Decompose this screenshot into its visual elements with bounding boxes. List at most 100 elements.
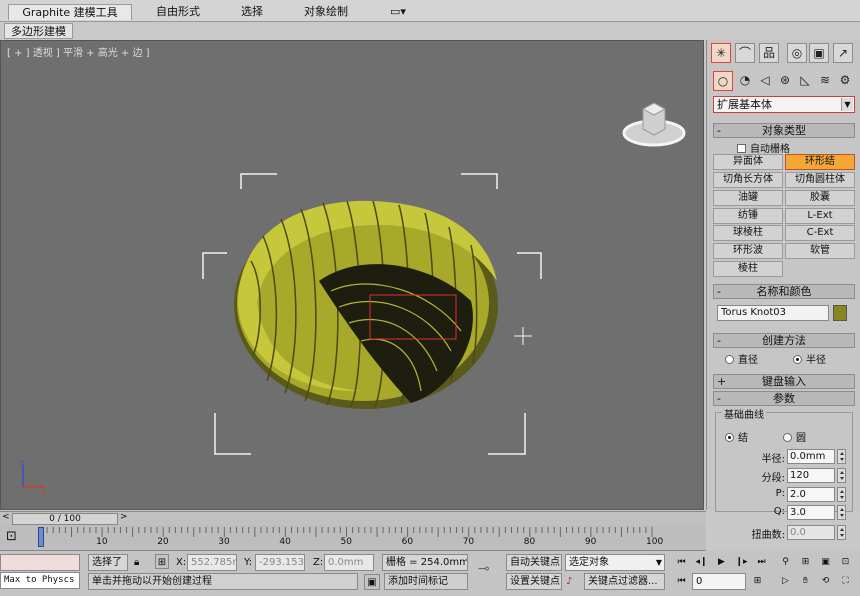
maxscript-mini-listener[interactable]: Max to Physcs (	[0, 572, 80, 589]
orbit-icon[interactable]: ⟲	[818, 574, 833, 589]
segments-field[interactable]: 120	[787, 468, 835, 483]
tab-freeform[interactable]: 自由形式	[150, 4, 206, 20]
hedra-button[interactable]: 异面体	[713, 154, 783, 170]
auto-key-button[interactable]: 自动关键点	[506, 554, 562, 571]
key-mode-icon[interactable]: ⏮	[674, 574, 689, 589]
time-marker[interactable]	[38, 527, 44, 547]
chevron-down-icon[interactable]: ▼	[841, 98, 853, 111]
q-field[interactable]: 3.0	[787, 505, 835, 520]
c-ext-button[interactable]: C-Ext	[785, 225, 855, 241]
play-icon[interactable]: ▶	[714, 555, 729, 570]
time-config-icon[interactable]: ⊞	[750, 574, 765, 589]
spinner-arrows-icon[interactable]	[837, 487, 846, 502]
oil-tank-button[interactable]: 油罐	[713, 190, 783, 206]
hierarchy-tab-icon[interactable]: 品	[759, 43, 779, 63]
warp-count-field[interactable]: 0.0	[787, 525, 835, 540]
chamfer-cylinder-button[interactable]: 切角圆柱体	[785, 172, 855, 188]
spinner-arrows-icon[interactable]	[837, 468, 846, 483]
time-slider-prev-icon[interactable]: <	[2, 512, 10, 522]
hose-button[interactable]: 软管	[785, 243, 855, 259]
zoom-extents-icon[interactable]: ▣	[818, 555, 833, 570]
spinner-arrows-icon[interactable]	[837, 525, 846, 540]
category-dropdown[interactable]: 扩展基本体 ▼	[713, 96, 855, 113]
time-tag-icon[interactable]: ▣	[364, 574, 380, 590]
object-color-swatch[interactable]	[833, 305, 847, 321]
radio-button[interactable]	[793, 355, 802, 364]
chevron-down-icon[interactable]: ▼	[656, 555, 662, 570]
torus-knot-button[interactable]: 环形结	[785, 154, 855, 170]
checkbox-box[interactable]	[737, 144, 746, 153]
x-coordinate-field[interactable]: 552.785mm	[187, 554, 237, 571]
ringwave-button[interactable]: 环形波	[713, 243, 783, 259]
name-color-rollout[interactable]: - 名称和颜色	[713, 284, 855, 299]
capsule-button[interactable]: 胶囊	[785, 190, 855, 206]
geometry-icon[interactable]: ○	[713, 71, 733, 91]
z-coordinate-field[interactable]: 0.0mm	[324, 554, 374, 571]
time-slider[interactable]: < 0 / 100 >	[0, 511, 706, 525]
create-tab-icon[interactable]: ✳	[711, 43, 731, 63]
maxscript-listener[interactable]	[0, 554, 80, 571]
selection-set-dropdown[interactable]: 选定对象 ▼	[565, 554, 665, 571]
p-field[interactable]: 2.0	[787, 487, 835, 502]
systems-icon[interactable]: ⚙	[835, 71, 855, 91]
current-frame-field[interactable]: 0	[692, 573, 746, 590]
go-to-start-icon[interactable]: ⏮	[674, 555, 689, 570]
maximize-viewport-icon[interactable]: ⛶	[838, 574, 853, 589]
time-slider-next-icon[interactable]: >	[120, 512, 128, 522]
zoom-all-icon[interactable]: ⊞	[798, 555, 813, 570]
helpers-icon[interactable]: ◺	[795, 71, 815, 91]
radio-button[interactable]	[725, 433, 734, 442]
y-coordinate-field[interactable]: -293.153m	[255, 554, 305, 571]
radio-button[interactable]	[783, 433, 792, 442]
creation-method-rollout[interactable]: - 创建方法	[713, 333, 855, 348]
knot-radio[interactable]: 结	[725, 429, 748, 444]
lights-icon[interactable]: ◁	[755, 71, 775, 91]
track-bar[interactable]: ⊡ 10 20 30 40 50 60 70 80 90 100	[0, 525, 706, 551]
parameters-rollout[interactable]: - 参数	[713, 391, 855, 406]
prism-button[interactable]: 棱柱	[713, 261, 783, 277]
field-of-view-icon[interactable]: ▷	[778, 574, 793, 589]
key-icon[interactable]: ⊸	[478, 562, 490, 577]
set-key-button[interactable]: 设置关键点	[506, 573, 562, 590]
modify-tab-icon[interactable]: ⌒	[735, 43, 755, 63]
absolute-mode-icon[interactable]: ⊞	[155, 554, 169, 569]
display-tab-icon[interactable]: ▣	[809, 43, 829, 63]
add-time-tag-button[interactable]: 添加时间标记	[384, 573, 468, 590]
tab-graphite-modeling[interactable]: Graphite 建模工具	[8, 4, 132, 20]
radius-radio[interactable]: 半径	[793, 351, 826, 366]
cameras-icon[interactable]: ⊛	[775, 71, 795, 91]
viewcube-icon[interactable]	[619, 71, 689, 161]
set-key-icon[interactable]: ♪	[566, 574, 572, 589]
auto-grid-checkbox[interactable]: 自动栅格	[737, 140, 790, 155]
tab-object-paint[interactable]: 对象绘制	[298, 4, 354, 20]
object-type-rollout[interactable]: - 对象类型	[713, 123, 855, 138]
zoom-icon[interactable]: ⚲	[778, 555, 793, 570]
keyboard-entry-rollout[interactable]: + 键盘输入	[713, 374, 855, 389]
spindle-button[interactable]: 纺锤	[713, 208, 783, 224]
next-frame-icon[interactable]: ❙▸	[734, 555, 749, 570]
gengon-button[interactable]: 球棱柱	[713, 225, 783, 241]
circle-radio[interactable]: 圆	[783, 429, 806, 444]
tab-polygon-modeling[interactable]: 多边形建模	[4, 23, 73, 39]
spinner-arrows-icon[interactable]	[837, 449, 846, 464]
tab-selection[interactable]: 选择	[234, 4, 270, 20]
zoom-extents-all-icon[interactable]: ⊡	[838, 555, 853, 570]
perspective-viewport[interactable]: [ + ] 透视 ] 平滑 + 高光 + 边 ] z x	[0, 40, 704, 510]
previous-frame-icon[interactable]: ◂❙	[694, 555, 709, 570]
l-ext-button[interactable]: L-Ext	[785, 208, 855, 224]
go-to-end-icon[interactable]: ⏭	[754, 555, 769, 570]
pan-icon[interactable]: ✋︎	[798, 574, 813, 589]
shapes-icon[interactable]: ◔	[735, 71, 755, 91]
key-filters-button[interactable]: 关键点过滤器...	[584, 573, 665, 590]
object-name-field[interactable]: Torus Knot03	[717, 305, 829, 321]
radio-button[interactable]	[725, 355, 734, 364]
chamfer-box-button[interactable]: 切角长方体	[713, 172, 783, 188]
lock-selection-icon[interactable]: 🔒︎	[134, 555, 139, 570]
radius-field[interactable]: 0.0mm	[787, 449, 835, 464]
motion-tab-icon[interactable]: ◎	[787, 43, 807, 63]
utilities-tab-icon[interactable]: ↗	[833, 43, 853, 63]
time-slider-thumb[interactable]: 0 / 100	[12, 513, 118, 525]
ribbon-options-icon[interactable]: ▭▾	[384, 4, 412, 20]
spinner-arrows-icon[interactable]	[837, 505, 846, 520]
spacewarps-icon[interactable]: ≋	[815, 71, 835, 91]
